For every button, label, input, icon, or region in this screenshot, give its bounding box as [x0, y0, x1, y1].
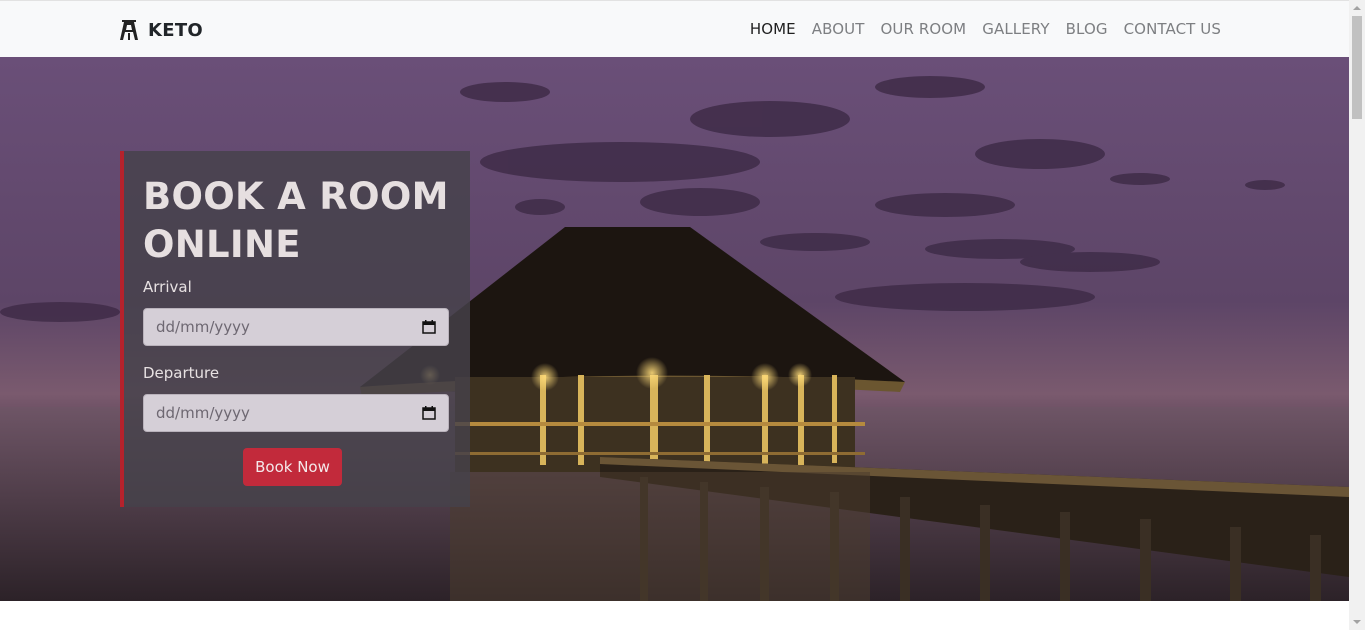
nav-about[interactable]: ABOUT [812, 20, 865, 38]
nav-home[interactable]: HOME [750, 20, 796, 38]
scroll-up-arrow-icon[interactable] [1349, 0, 1365, 16]
calendar-icon[interactable] [422, 320, 436, 334]
brand-link[interactable]: KETO [118, 18, 203, 42]
booking-title: BOOK A ROOM ONLINE [143, 175, 449, 266]
page-scrollbar[interactable] [1349, 0, 1365, 630]
calendar-icon[interactable] [422, 406, 436, 420]
hero-banner: BOOK A ROOM ONLINE Arrival dd/mm/yyyy De… [0, 57, 1349, 601]
arrival-date-input[interactable]: dd/mm/yyyy [143, 308, 449, 346]
book-now-button[interactable]: Book Now [243, 448, 342, 486]
nav-blog[interactable]: BLOG [1066, 20, 1108, 38]
keto-logo-icon [120, 20, 138, 40]
departure-date-value: dd/mm/yyyy [156, 404, 250, 422]
departure-date-input[interactable]: dd/mm/yyyy [143, 394, 449, 432]
nav-our-room[interactable]: OUR ROOM [880, 20, 966, 38]
scroll-down-arrow-icon[interactable] [1349, 614, 1365, 630]
booking-panel: BOOK A ROOM ONLINE Arrival dd/mm/yyyy De… [120, 151, 470, 507]
arrival-date-value: dd/mm/yyyy [156, 318, 250, 336]
navbar: KETO HOME ABOUT OUR ROOM GALLERY BLOG CO… [0, 0, 1349, 57]
departure-label: Departure [143, 364, 220, 382]
nav-gallery[interactable]: GALLERY [982, 20, 1049, 38]
main-nav: HOME ABOUT OUR ROOM GALLERY BLOG CONTACT… [750, 20, 1221, 38]
brand-name: KETO [148, 19, 204, 41]
nav-contact-us[interactable]: CONTACT US [1124, 20, 1221, 38]
scrollbar-thumb[interactable] [1352, 16, 1362, 119]
arrival-label: Arrival [143, 278, 192, 296]
